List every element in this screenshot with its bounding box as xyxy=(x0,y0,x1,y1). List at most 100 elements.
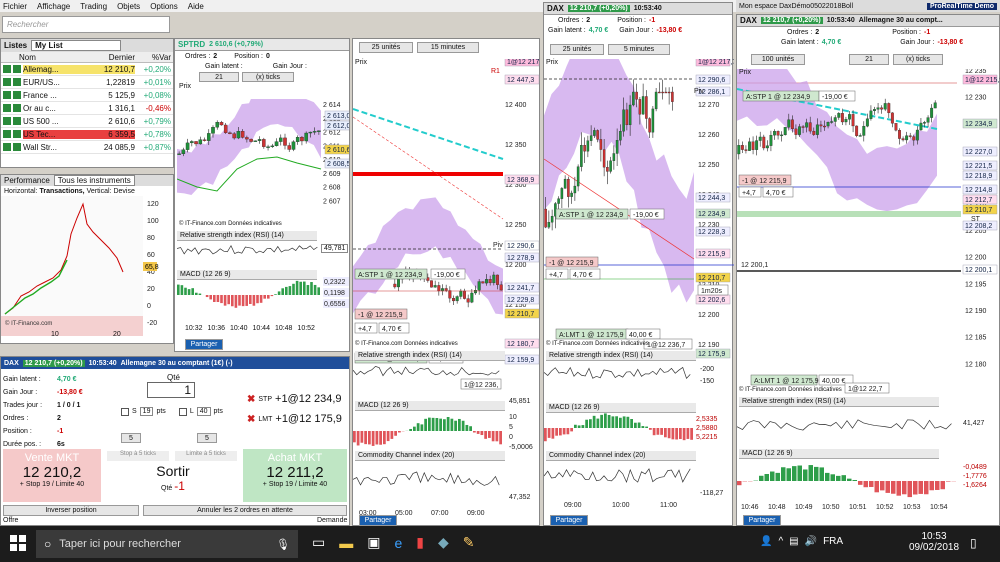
reverse-position-button[interactable]: Inverser position xyxy=(3,505,139,516)
watchlist-row[interactable]: US 500 ... 2 610,6 +0,79% xyxy=(1,115,173,128)
watchlist-tab[interactable]: Listes xyxy=(4,41,27,50)
exit-button[interactable]: Sortir Qté -1 xyxy=(107,463,239,502)
buy-market-button[interactable]: Achat MKT 12 211,2 + Stop 19 / Limite 40 xyxy=(243,449,347,502)
store-icon[interactable]: ▣ xyxy=(367,534,380,551)
c3-period-input[interactable]: 21 xyxy=(849,53,889,65)
watchlist-row[interactable]: Wall Str... 24 085,9 +0,87% xyxy=(1,141,173,154)
limit-pts-input[interactable]: 40 xyxy=(196,407,211,416)
chevron-up-icon[interactable]: ^ xyxy=(778,536,783,547)
c3-units-select[interactable]: 100 unités xyxy=(751,53,805,65)
ticket-symbol[interactable]: DAX xyxy=(4,360,19,367)
menu-trading[interactable]: Trading xyxy=(80,2,107,11)
cancel-lmt-icon[interactable]: ✖ xyxy=(247,414,255,425)
c3-partager-button[interactable]: Partager xyxy=(743,515,781,526)
c2-period-select[interactable]: 5 minutes xyxy=(608,43,670,55)
qty-input[interactable]: 1 xyxy=(147,382,195,398)
macd-bar xyxy=(439,418,442,431)
stop-5-ticks-button[interactable]: Stop à 5 ticks xyxy=(107,451,169,461)
candle-body xyxy=(437,285,441,292)
c3-price-tab[interactable]: Prix xyxy=(739,69,751,76)
cancel-pending-orders-button[interactable]: Annuler les 2 ordres en attente xyxy=(143,505,347,516)
list-select[interactable]: My List xyxy=(31,40,122,51)
c2-partager-button[interactable]: Partager xyxy=(550,515,588,526)
spx-symbol[interactable]: SPTRD xyxy=(178,40,205,49)
menu-affichage[interactable]: Affichage xyxy=(37,2,70,11)
c2-price-tab[interactable]: Prix xyxy=(546,59,558,66)
language-label[interactable]: FRA xyxy=(823,536,843,547)
menu-options[interactable]: Options xyxy=(150,2,178,11)
c3-unit-select[interactable]: (x) ticks xyxy=(893,53,943,65)
plus-icon[interactable] xyxy=(13,78,21,86)
menu-aide[interactable]: Aide xyxy=(188,2,204,11)
search-input[interactable]: Rechercher xyxy=(2,16,170,33)
plus-icon[interactable] xyxy=(3,104,11,112)
spx-partager-button[interactable]: Partager xyxy=(185,339,223,350)
c2-rsi-value: -200 xyxy=(700,366,714,373)
watchlist-row[interactable]: Allemag... 12 210,7 +0,20% xyxy=(1,63,173,76)
stop-ticks-stepper[interactable]: 5 xyxy=(121,433,141,443)
clock[interactable]: 10:53 09/02/2018 xyxy=(908,531,960,553)
c1-price-tab[interactable]: Prix xyxy=(355,59,367,66)
col-dernier[interactable]: Dernier xyxy=(75,53,135,62)
plus-icon[interactable] xyxy=(13,91,21,99)
c1-partager-button[interactable]: Partager xyxy=(359,515,397,526)
limit-checkbox[interactable] xyxy=(178,407,187,416)
c2-symbol[interactable]: DAX xyxy=(547,4,564,13)
plus-icon[interactable] xyxy=(3,65,11,73)
edge-icon[interactable]: e xyxy=(394,535,402,551)
notifications-icon[interactable]: ▯ xyxy=(970,536,977,550)
plus-icon[interactable] xyxy=(13,130,21,138)
sell-price: 12 210,2 xyxy=(22,464,82,481)
stop-checkbox[interactable] xyxy=(121,407,129,416)
network-icon[interactable]: ▤ xyxy=(789,536,798,547)
watchlist-row[interactable]: Or au c... 1 316,1 -0,46% xyxy=(1,102,173,115)
col-nom[interactable]: Nom xyxy=(1,53,75,62)
spx-period[interactable]: 21 xyxy=(199,72,239,82)
watchlist-row[interactable]: EUR/US... 1,22819 +0,01% xyxy=(1,76,173,89)
spx-unit[interactable]: (x) ticks xyxy=(242,72,294,82)
watchlist-row[interactable]: US Tec... 6 359,5 +0,78% xyxy=(1,128,173,141)
watchlist-row[interactable]: France ... 5 125,9 +0,08% xyxy=(1,89,173,102)
menu-objets[interactable]: Objets xyxy=(117,2,140,11)
candle-body xyxy=(790,119,794,130)
cancel-stp-icon[interactable]: ✖ xyxy=(247,394,255,405)
plus-icon[interactable] xyxy=(13,104,21,112)
limit-ticks-stepper[interactable]: 5 xyxy=(197,433,217,443)
limit-5-ticks-button[interactable]: Limite à 5 ticks xyxy=(175,451,237,461)
c2-units-select[interactable]: 25 unités xyxy=(550,43,604,55)
macd-bar xyxy=(274,294,277,295)
microphone-icon[interactable]: 🎙 xyxy=(276,538,290,551)
chart-5min-window: DAX 12 210,7 (+0,20%) 10:53:40 Ordres :2… xyxy=(543,2,734,526)
stop-pts-input[interactable]: 19 xyxy=(139,407,154,416)
plus-icon[interactable] xyxy=(3,130,11,138)
plus-icon[interactable] xyxy=(3,78,11,86)
col-var[interactable]: %Var xyxy=(135,53,171,62)
c3-symbol[interactable]: DAX xyxy=(740,16,757,25)
workspace-name[interactable]: Mon espace DaxDémo05022018Boll xyxy=(739,3,853,10)
c2-xtick: 10:00 xyxy=(612,502,630,509)
plus-icon[interactable] xyxy=(3,143,11,151)
instrument-select[interactable]: Tous les instruments xyxy=(53,175,135,186)
price-tag: 12 290,6 xyxy=(507,243,534,250)
taskbar-search[interactable]: ○ Taper ici pour rechercher 🎙 xyxy=(36,530,298,558)
prorealtime-icon[interactable]: ▮ xyxy=(416,534,424,551)
explorer-icon[interactable]: ▬ xyxy=(339,535,353,551)
app-icon[interactable]: ◆ xyxy=(438,534,449,551)
plus-icon[interactable] xyxy=(13,143,21,151)
plus-icon[interactable] xyxy=(13,117,21,125)
sell-market-button[interactable]: Vente MKT 12 210,2 + Stop 19 / Limite 40 xyxy=(3,449,101,502)
c1-units-select[interactable]: 25 unités xyxy=(359,41,413,53)
plus-icon[interactable] xyxy=(3,91,11,99)
plus-icon[interactable] xyxy=(3,117,11,125)
spx-price-tab[interactable]: Prix xyxy=(175,83,349,92)
people-icon[interactable]: 👤 xyxy=(760,536,772,547)
candle-body xyxy=(876,107,880,110)
volume-icon[interactable]: 🔊 xyxy=(805,536,817,547)
windows-start-icon[interactable] xyxy=(10,535,26,551)
paint-icon[interactable]: ✎ xyxy=(463,534,475,551)
c1-period-select[interactable]: 15 minutes xyxy=(417,41,479,53)
macd-bar xyxy=(675,428,678,440)
plus-icon[interactable] xyxy=(13,65,21,73)
task-view-icon[interactable]: ▭ xyxy=(312,534,325,551)
menu-fichier[interactable]: Fichier xyxy=(3,2,27,11)
